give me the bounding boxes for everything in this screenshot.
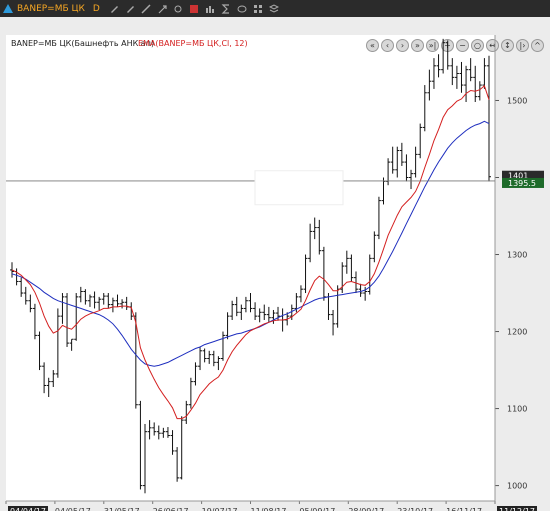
y-tick-label: 1500	[507, 96, 527, 105]
x-tick-label: 31/05/17	[104, 507, 140, 511]
price-chart[interactable]: 10001100120013001400150004/04/1704/05/17…	[0, 17, 550, 511]
chart-type-icon[interactable]	[205, 4, 215, 14]
timeframe-label[interactable]: D	[93, 4, 100, 14]
x-tick-label: 05/09/17	[299, 507, 335, 511]
sma-line	[11, 120, 490, 367]
y-tick-label: 1300	[507, 251, 527, 260]
color-icon[interactable]	[189, 4, 199, 14]
pencil-icon[interactable]	[109, 4, 119, 14]
tool-icon[interactable]	[157, 4, 167, 14]
x-tick-label: 04/05/17	[55, 507, 91, 511]
x-tick-label: 16/11/17	[446, 507, 482, 511]
x-tick-label: 19/07/17	[202, 507, 238, 511]
chart-area[interactable]: BANEP=MБ ЦК(Башнефть АНК ап) EMA(BANEP=M…	[0, 17, 550, 511]
chart-window: BANEP=MБ ЦК D BANEP=MБ ЦК(Башнефть АНК а…	[0, 0, 550, 511]
x-tick-label: 28/09/17	[348, 507, 384, 511]
sum-icon[interactable]	[221, 3, 231, 14]
x-tick-label: 11/12/17	[499, 507, 535, 511]
trendline-icon[interactable]	[141, 3, 151, 14]
x-tick-label: 04/04/17	[10, 507, 46, 511]
layers-icon[interactable]	[268, 3, 279, 14]
grid-icon[interactable]	[253, 4, 263, 14]
y-tick-label: 1100	[507, 405, 527, 414]
crosshair-icon[interactable]	[173, 4, 183, 14]
ema-line	[11, 84, 490, 420]
title-bar: BANEP=MБ ЦК D	[0, 0, 550, 17]
app-logo-icon	[3, 4, 13, 13]
x-tick-label: 26/06/17	[153, 507, 189, 511]
ticker-label[interactable]: BANEP=MБ ЦК	[17, 4, 85, 14]
x-tick-label: 23/10/17	[397, 507, 433, 511]
x-tick-label: 11/08/17	[251, 507, 287, 511]
tooltip-box	[254, 170, 344, 206]
close-price-label: 1395.5	[508, 179, 536, 188]
pencil-icon[interactable]	[125, 4, 135, 14]
y-tick-label: 1000	[507, 482, 527, 491]
y-tick-label: 1200	[507, 328, 527, 337]
ellipse-icon[interactable]	[237, 4, 247, 14]
